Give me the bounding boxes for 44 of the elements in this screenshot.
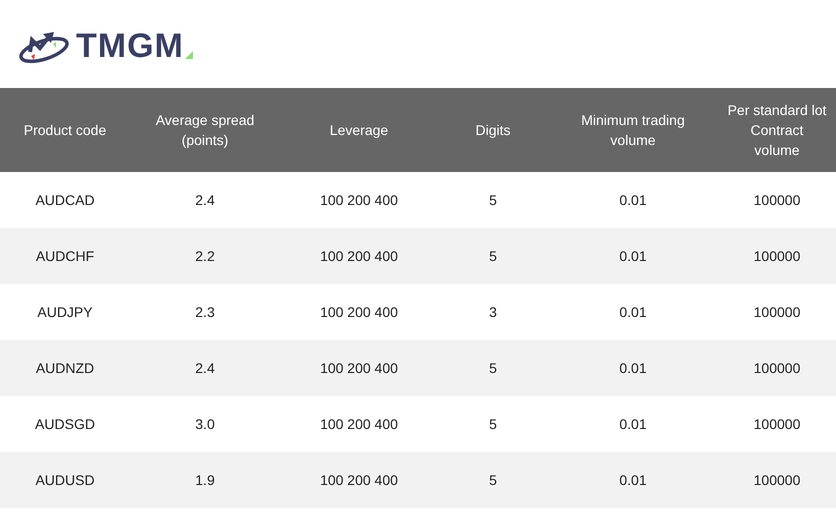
table-cell: AUDUSD (0, 452, 130, 508)
table-cell: AUDCHF (0, 228, 130, 284)
logo-wordmark: TMGM (76, 26, 184, 66)
table-cell: 100 200 400 (280, 228, 438, 284)
table-cell: 100000 (718, 396, 836, 452)
table-cell: 0.01 (548, 396, 718, 452)
table-cell: 2.3 (130, 284, 280, 340)
table-cell: 0.01 (548, 172, 718, 228)
column-header: Minimum trading volume (548, 88, 718, 172)
table-cell: 3.0 (130, 396, 280, 452)
table-cell: 100000 (718, 340, 836, 396)
table-cell: 0.01 (548, 340, 718, 396)
table-cell: 100 200 400 (280, 396, 438, 452)
table-cell: 100000 (718, 284, 836, 340)
logo-accent-icon (184, 51, 193, 59)
table-cell: 100 200 400 (280, 284, 438, 340)
table-cell: 100 200 400 (280, 340, 438, 396)
table-cell: 100000 (718, 172, 836, 228)
column-header: Leverage (280, 88, 438, 172)
table-cell: 2.4 (130, 340, 280, 396)
table-cell: 5 (438, 452, 548, 508)
table-cell: 3 (438, 284, 548, 340)
table-cell: 5 (438, 340, 548, 396)
table-cell: AUDSGD (0, 396, 130, 452)
table-cell: 2.2 (130, 228, 280, 284)
table-cell: 5 (438, 396, 548, 452)
table-cell: 100000 (718, 228, 836, 284)
table-cell: 0.01 (548, 452, 718, 508)
table-cell: AUDCAD (0, 172, 130, 228)
column-header: Average spread (points) (130, 88, 280, 172)
table-cell: 2.4 (130, 172, 280, 228)
column-header: Digits (438, 88, 548, 172)
table-cell: 5 (438, 172, 548, 228)
table-cell: 0.01 (548, 228, 718, 284)
table-cell: 100 200 400 (280, 172, 438, 228)
table-cell: 100 200 400 (280, 452, 438, 508)
table-cell: 100000 (718, 452, 836, 508)
table-cell: AUDNZD (0, 340, 130, 396)
column-header: Product code (0, 88, 130, 172)
table-cell: 1.9 (130, 452, 280, 508)
table-cell: 0.01 (548, 284, 718, 340)
table-cell: 5 (438, 228, 548, 284)
column-header: Per standard lot Contract volume (718, 88, 836, 172)
table-cell: AUDJPY (0, 284, 130, 340)
